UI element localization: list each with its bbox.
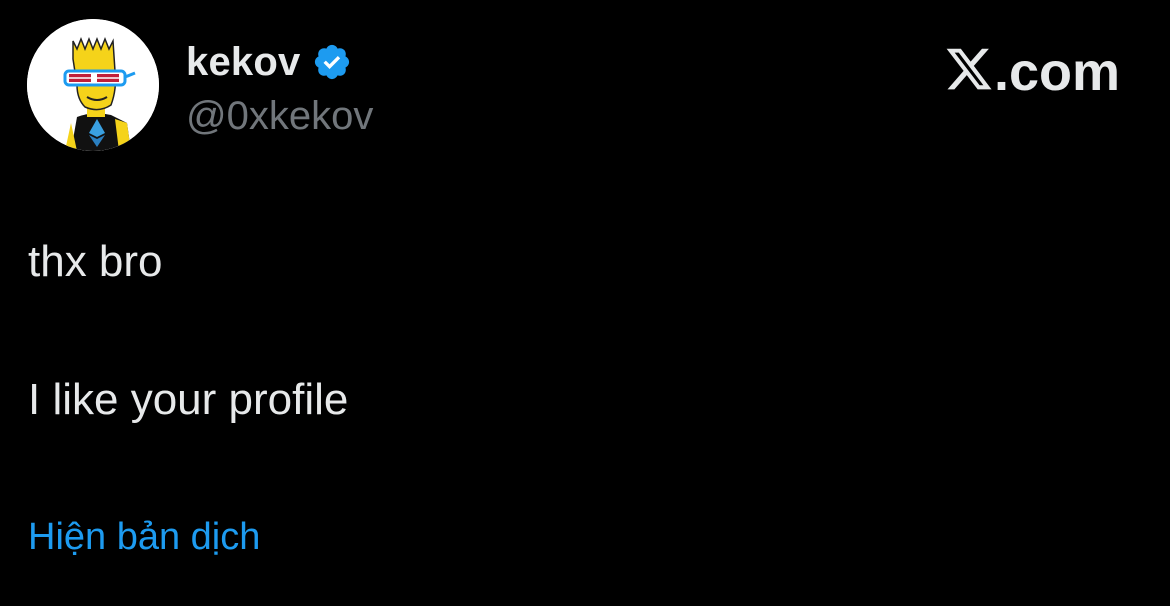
show-translation-link[interactable]: Hiện bản dịch	[28, 514, 260, 560]
author-name-row: kekov	[186, 38, 373, 86]
display-name[interactable]: kekov	[186, 38, 300, 86]
user-handle[interactable]: @0xkekov	[186, 92, 373, 140]
brand-logo: .com	[944, 40, 1120, 104]
tweet-text-line: thx bro	[28, 237, 163, 286]
author-block[interactable]: kekov @0xkekov	[186, 38, 373, 140]
bart-avatar-icon	[27, 19, 159, 151]
tweet-text-line: I like your profile	[28, 375, 349, 424]
avatar[interactable]	[27, 19, 159, 151]
brand-domain-label: .com	[993, 42, 1120, 102]
verified-badge-icon	[312, 42, 352, 82]
x-logo-icon	[944, 44, 994, 94]
